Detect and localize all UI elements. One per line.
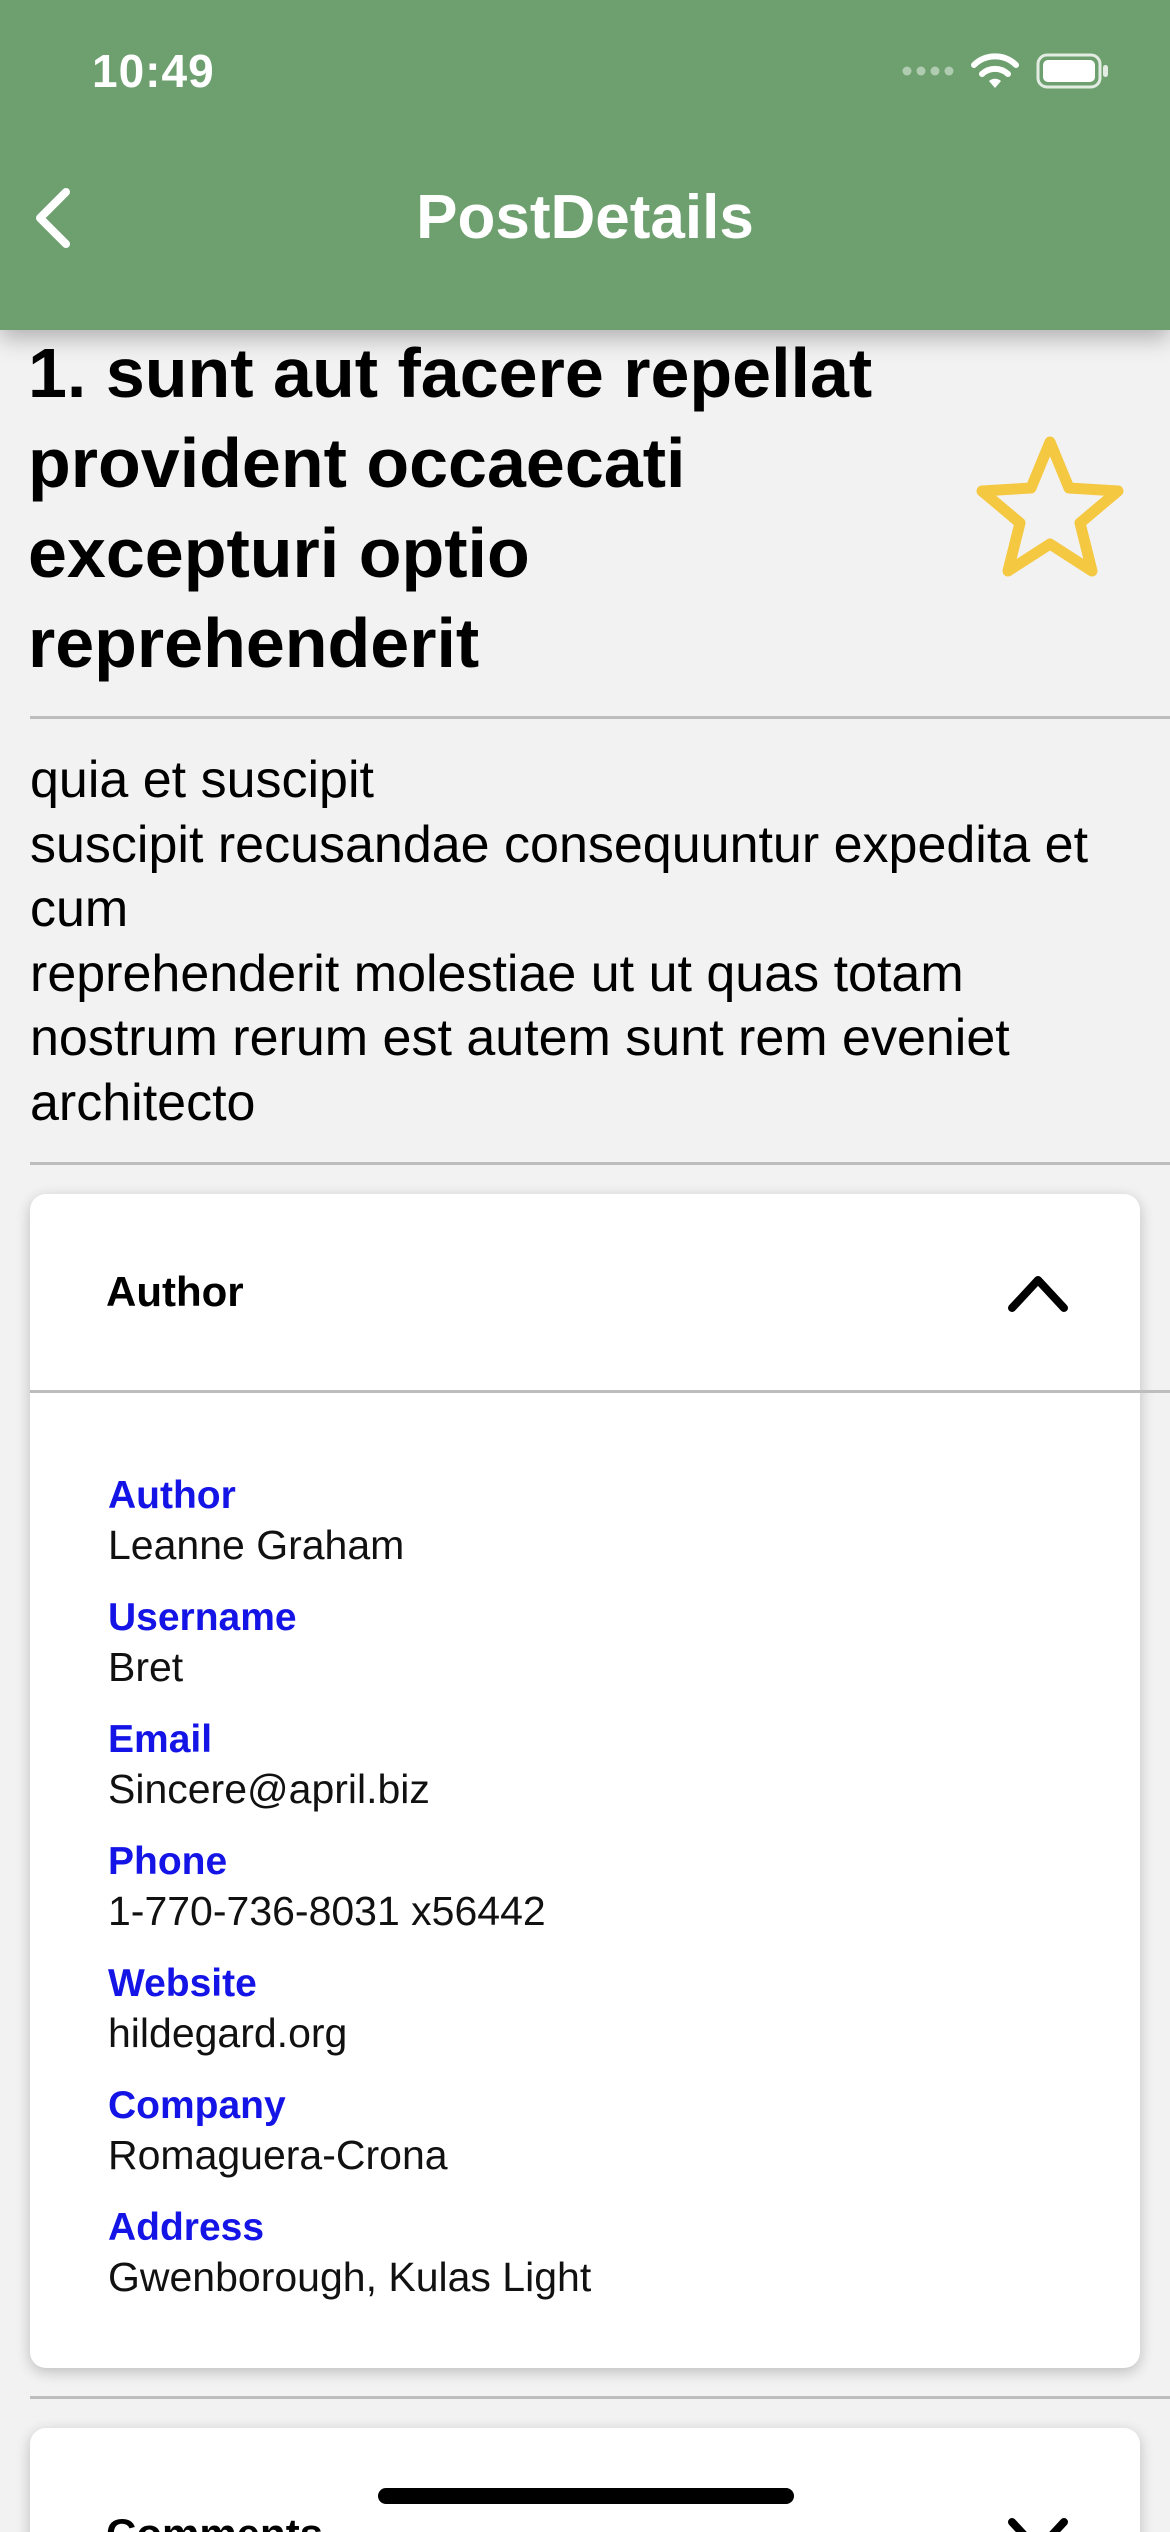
field-label: Website [108, 1962, 257, 2005]
cards-divider [30, 2396, 1170, 2399]
comments-card: Comments [30, 2428, 1140, 2532]
field-value: hildegard.org [108, 2010, 348, 2056]
author-section-title: Author [106, 1268, 244, 1315]
home-indicator[interactable] [378, 2488, 794, 2504]
nav-header: 10:49 PostDetails [0, 0, 1170, 330]
post-details-screen: 10:49 PostDetails 1. sunt aut facere rep… [0, 0, 1170, 2532]
chevron-down-icon[interactable] [1006, 2508, 1070, 2532]
post-body: quia et suscipit suscipit recusandae con… [30, 748, 1150, 1135]
cellular-signal-icon [902, 66, 954, 76]
post-title: 1. sunt aut facere repellat provident oc… [28, 334, 873, 682]
field-value: Bret [108, 1644, 184, 1690]
field-value: Romaguera-Crona [108, 2132, 448, 2178]
post-body-line: suscipit recusandae consequuntur expedit… [30, 815, 1089, 939]
field-label: Username [108, 1596, 297, 1639]
field-label: Author [108, 1474, 236, 1517]
favorite-button[interactable] [970, 430, 1130, 590]
title-divider [30, 716, 1170, 719]
field-label: Email [108, 1718, 213, 1761]
battery-icon [1036, 53, 1108, 89]
author-card: Author Author Leanne Graham Username Bre… [30, 1194, 1170, 2368]
author-card-header[interactable]: Author [30, 1194, 1140, 1390]
comments-section-title: Comments [106, 2436, 323, 2532]
chevron-up-icon[interactable] [1006, 1264, 1070, 1320]
username-field: Username Bret [108, 1594, 297, 1692]
field-label: Company [108, 2084, 286, 2127]
website-field: Website hildegard.org [108, 1960, 347, 2058]
field-value: 1-770-736-8031 x56442 [108, 1888, 546, 1934]
field-label: Phone [108, 1840, 228, 1883]
email-field: Email Sincere@april.biz [108, 1716, 430, 1814]
post-body-line: quia et suscipit [30, 751, 374, 809]
field-value: Gwenborough, Kulas Light [108, 2254, 592, 2300]
field-label: Address [108, 2206, 265, 2249]
author-card-separator [30, 1390, 1170, 1393]
body-divider [30, 1162, 1170, 1165]
comments-card-header[interactable]: Comments [30, 2428, 1140, 2532]
post-body-line: reprehenderit molestiae ut ut quas totam [30, 944, 964, 1003]
nav-title: PostDetails [416, 183, 754, 252]
star-outline-icon [976, 436, 1124, 577]
address-field: Address Gwenborough, Kulas Light [108, 2204, 591, 2302]
field-value: Leanne Graham [108, 1522, 405, 1568]
company-field: Company Romaguera-Crona [108, 2082, 448, 2180]
status-icons [902, 52, 1110, 90]
phone-field: Phone 1-770-736-8031 x56442 [108, 1838, 546, 1936]
status-time: 10:49 [92, 45, 215, 97]
wifi-icon [971, 53, 1019, 88]
author-field: Author Leanne Graham [108, 1472, 404, 1570]
field-value: Sincere@april.biz [108, 1766, 430, 1812]
post-body-line: nostrum rerum est autem sunt rem eveniet… [30, 1009, 1010, 1132]
